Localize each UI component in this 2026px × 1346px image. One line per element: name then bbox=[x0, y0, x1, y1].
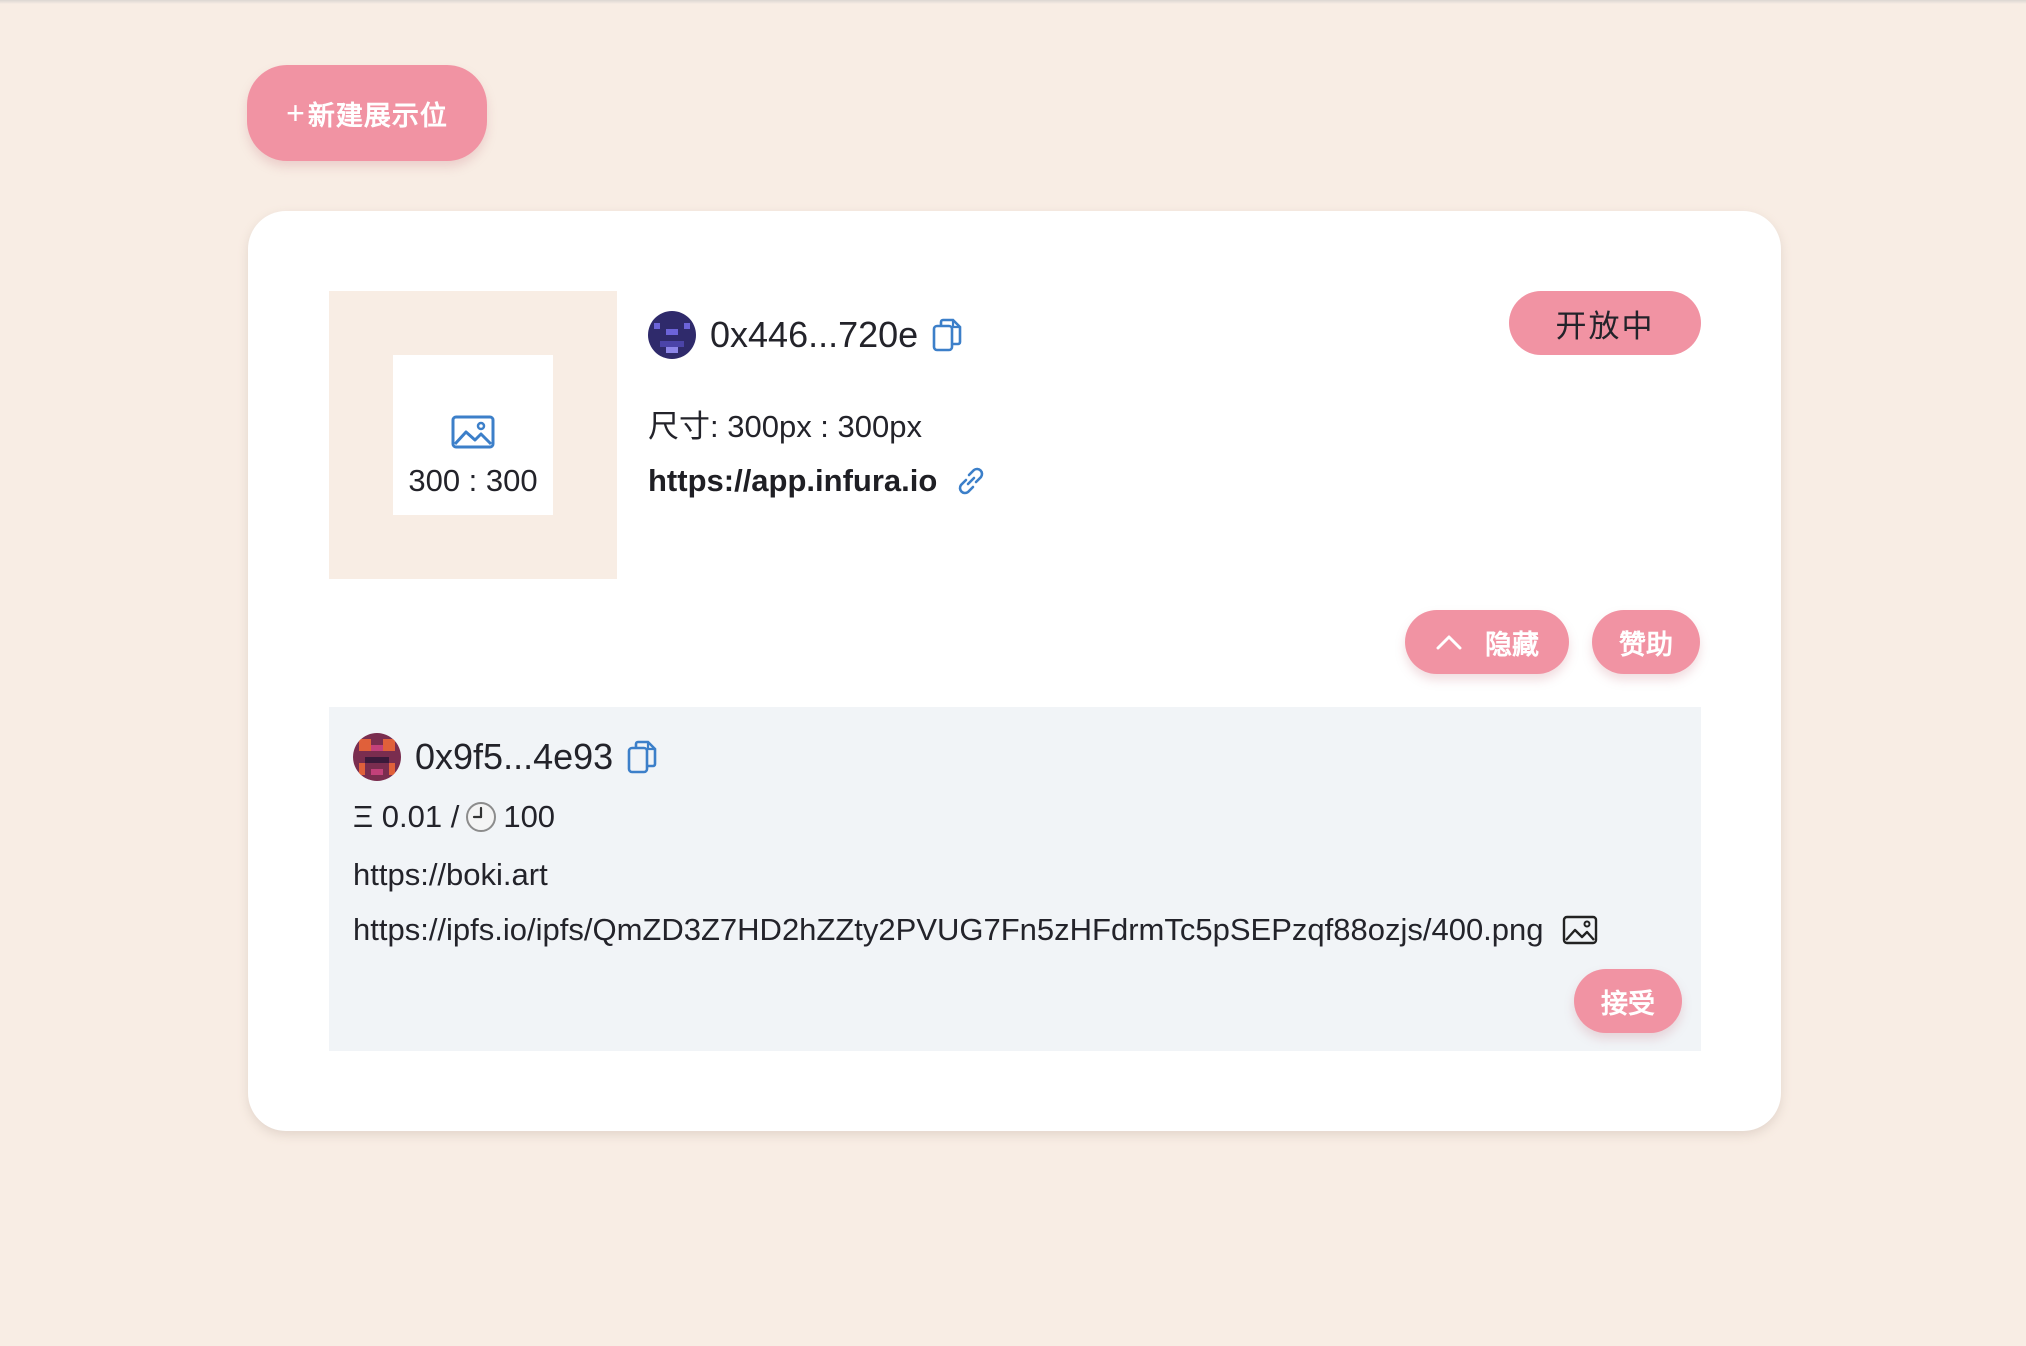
thumbnail-placeholder: 300 : 300 bbox=[393, 355, 553, 515]
offer-bidder: 0x9f5...4e93 bbox=[353, 733, 657, 781]
slot-thumbnail: 300 : 300 bbox=[329, 291, 617, 579]
slot-card: 300 : 300 0x446...720e 尺寸: 300px : 300px… bbox=[248, 211, 1781, 1131]
slot-link: https://app.infura.io bbox=[648, 463, 989, 499]
top-edge-shadow bbox=[0, 0, 2026, 4]
offer-image-url[interactable]: https://ipfs.io/ipfs/QmZD3Z7HD2hZZty2PVU… bbox=[353, 912, 1544, 948]
slot-link-text[interactable]: https://app.infura.io bbox=[648, 463, 937, 499]
avatar bbox=[648, 311, 696, 359]
bidder-address: 0x9f5...4e93 bbox=[415, 736, 614, 777]
new-slot-label: 新建展示位 bbox=[307, 100, 448, 131]
offer-panel: 0x9f5...4e93 Ξ 0.01 / 100 https://boki.a… bbox=[329, 707, 1701, 1051]
link-icon[interactable] bbox=[953, 463, 989, 499]
new-slot-button[interactable]: + 新建展示位 bbox=[247, 65, 487, 161]
slot-size: 尺寸: 300px : 300px bbox=[648, 409, 922, 444]
status-badge: 开放中 bbox=[1509, 291, 1701, 355]
copy-icon[interactable] bbox=[932, 318, 962, 352]
chevron-up-icon bbox=[1436, 635, 1462, 650]
image-icon[interactable] bbox=[1562, 915, 1598, 945]
clock-icon bbox=[466, 802, 497, 832]
plus-icon: + bbox=[286, 94, 306, 131]
slot-owner: 0x446...720e bbox=[648, 311, 962, 359]
hide-button[interactable]: 隐藏 bbox=[1405, 610, 1569, 674]
offer-image-row: https://ipfs.io/ipfs/QmZD3Z7HD2hZZty2PVU… bbox=[353, 912, 1598, 948]
sponsor-button[interactable]: 赞助 bbox=[1592, 610, 1700, 674]
avatar bbox=[353, 733, 401, 781]
thumbnail-ratio: 300 : 300 bbox=[408, 463, 538, 498]
owner-address: 0x446...720e bbox=[710, 314, 919, 355]
price-value: Ξ 0.01 / bbox=[353, 799, 460, 834]
hide-label: 隐藏 bbox=[1485, 629, 1539, 660]
accept-button[interactable]: 接受 bbox=[1574, 969, 1682, 1033]
duration-value: 100 bbox=[503, 799, 556, 834]
copy-icon[interactable] bbox=[627, 740, 657, 774]
offer-price: Ξ 0.01 / 100 bbox=[353, 799, 555, 835]
offer-url[interactable]: https://boki.art bbox=[353, 857, 548, 893]
image-icon bbox=[451, 415, 495, 449]
